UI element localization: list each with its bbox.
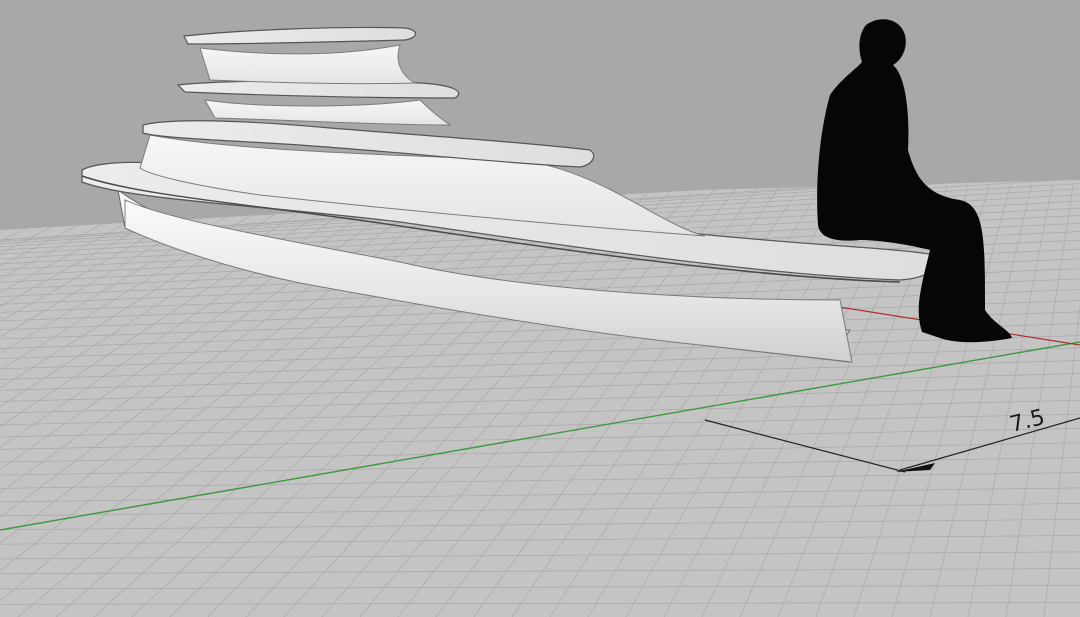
scene-canvas[interactable]: 7.5	[0, 0, 1080, 617]
perspective-viewport[interactable]: 7.5	[0, 0, 1080, 617]
